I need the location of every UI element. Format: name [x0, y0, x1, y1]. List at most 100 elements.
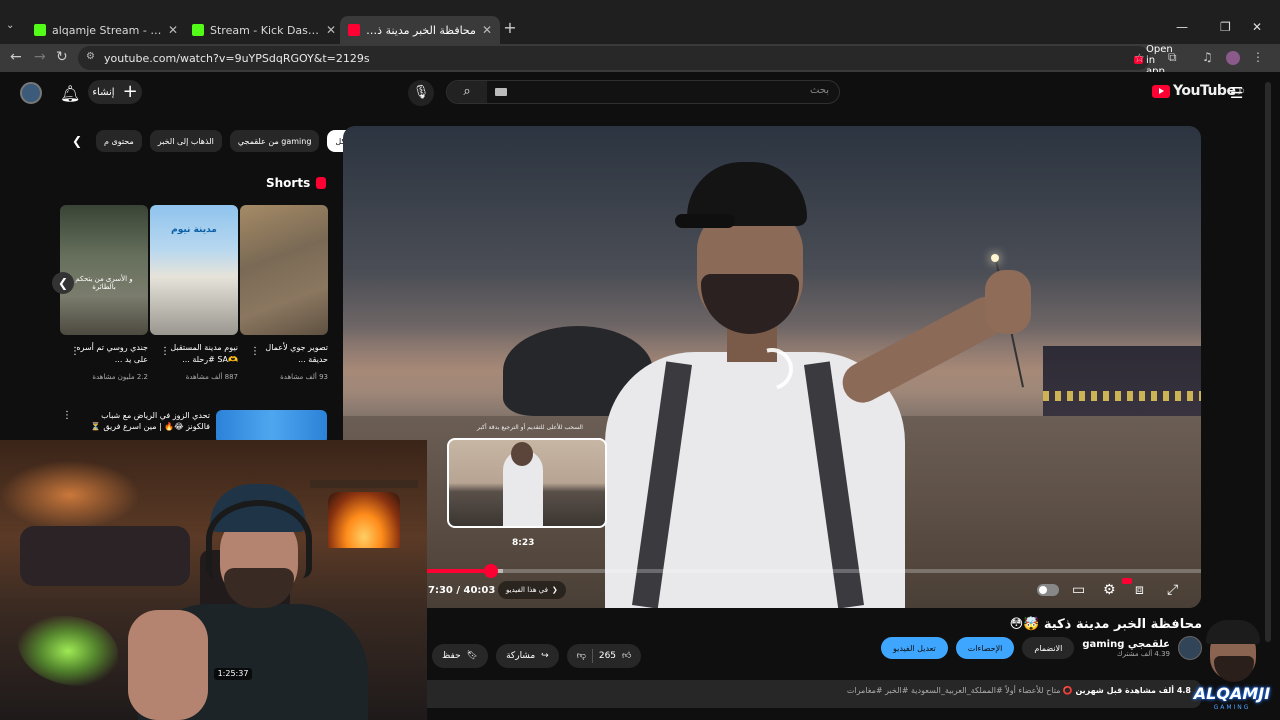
miniplayer-icon[interactable]: ⧈: [1135, 582, 1144, 598]
close-tab-icon[interactable]: ✕: [168, 23, 178, 37]
description-stats: 4.8 ألف مشاهدة قبل شهرين: [1075, 686, 1191, 695]
progress-played: [427, 569, 491, 573]
back-arrow-icon[interactable]: ←: [10, 49, 22, 65]
chip-item[interactable]: من علقمجي gaming: [229, 130, 320, 152]
settings-gear-icon[interactable]: ⚙: [1103, 582, 1116, 598]
chip-item[interactable]: محتوى م: [96, 130, 142, 152]
recommendation-thumbnail[interactable]: [216, 410, 327, 444]
media-control-icon[interactable]: ♫: [1202, 50, 1213, 64]
short-views: 887 ألف مشاهدة: [185, 373, 238, 381]
description-text: ⭕ متاح للأعضاء أولاً #المملكة_العربية_ال…: [846, 686, 1073, 695]
site-info-icon[interactable]: ⚙: [86, 51, 95, 62]
share-label: مشاركة: [506, 651, 536, 661]
fullscreen-icon[interactable]: ⤢: [1167, 582, 1178, 598]
tab-search-chevron-icon[interactable]: ⌄: [6, 20, 22, 36]
shorts-heading: Shorts: [266, 176, 327, 190]
extensions-puzzle-icon[interactable]: ⧉: [1168, 50, 1177, 65]
search-button[interactable]: ⌕: [447, 81, 487, 103]
search-input[interactable]: بحث: [810, 85, 829, 96]
related-chips: محتوى م الذهاب إلى الخبر من علقمجي gamin…: [96, 130, 359, 152]
edit-video-button[interactable]: تعديل الفيديو: [880, 637, 948, 659]
short-card[interactable]: و الأسرى من يتحكم بالطائرة: [60, 205, 148, 335]
more-vert-icon[interactable]: ⋮: [160, 346, 170, 357]
close-window-icon[interactable]: ✕: [1252, 20, 1262, 34]
save-label: حفظ: [442, 651, 461, 661]
shorts-heading-text: Shorts: [266, 176, 311, 190]
bookmark-star-icon[interactable]: ☆: [1134, 51, 1145, 65]
divider: [591, 649, 593, 663]
chapter-button[interactable]: في هذا الفيديو ❯: [498, 581, 566, 599]
short-card[interactable]: مدينة نيوم: [150, 205, 238, 335]
bookmark-icon: 🔖︎: [466, 651, 479, 661]
autoplay-toggle[interactable]: [1037, 584, 1059, 596]
voice-search-mic-icon[interactable]: 🎙︎: [408, 80, 434, 106]
create-button[interactable]: إنشاء +: [88, 80, 142, 104]
share-arrow-icon: ↪: [541, 651, 549, 661]
short-card[interactable]: [240, 205, 328, 335]
more-vert-icon[interactable]: ⋮: [250, 346, 260, 357]
subject-hand: [985, 270, 1031, 334]
shorts-logo-icon: [316, 177, 327, 189]
chevron-left-icon[interactable]: ❮: [72, 134, 82, 148]
short-title[interactable]: جندي روسي تم أسره على يد ...: [72, 342, 148, 366]
url-text: youtube.com/watch?v=9uYPSdqRGOY&t=2129s: [104, 51, 370, 65]
shorts-prev-arrow-icon[interactable]: ❮: [52, 272, 74, 294]
logo-beard: [1214, 656, 1254, 682]
more-vert-icon[interactable]: ⋮: [62, 410, 72, 421]
tab-title: Stream - Kick Dashboard: [210, 23, 320, 37]
scrubber-handle[interactable]: [483, 564, 498, 578]
close-tab-icon[interactable]: ✕: [326, 23, 336, 37]
video-title: محافظة الخبر مدينة ذكية 🤯😳: [1009, 617, 1202, 632]
browser-tab-2[interactable]: Stream - Kick Dashboard ✕: [184, 16, 344, 44]
streamer-arm: [128, 610, 208, 720]
chevron-right-icon: ❯: [551, 586, 558, 594]
short-title[interactable]: تصوير جوي لأعمال حديقة ...: [252, 342, 328, 366]
subtitles-icon[interactable]: ▭: [1072, 582, 1085, 598]
current-time: 7:30: [428, 585, 453, 596]
hd-badge: [1122, 578, 1132, 584]
kick-favicon-icon: [34, 24, 46, 36]
description-box[interactable]: 4.8 ألف مشاهدة قبل شهرين ⭕ متاح للأعضاء …: [343, 680, 1201, 708]
account-avatar[interactable]: [20, 82, 42, 104]
maximize-icon[interactable]: ❐: [1220, 20, 1231, 34]
page-scrollbar[interactable]: [1265, 82, 1271, 642]
close-tab-icon[interactable]: ✕: [482, 23, 492, 37]
forward-arrow-icon[interactable]: →: [34, 49, 46, 65]
scene-building: [1043, 346, 1201, 426]
search-bar[interactable]: ⌕ بحث: [446, 80, 840, 104]
browser-tab-3-active[interactable]: محافظة الخبر مدينة ذكية 🤯 ✕: [340, 16, 500, 44]
dislike-icon[interactable]: 👎︎: [577, 651, 586, 661]
chip-item[interactable]: الذهاب إلى الخبر: [149, 130, 222, 152]
like-icon[interactable]: 👍︎: [622, 651, 631, 661]
browser-tab-1[interactable]: alqamje Stream - Watch Live on ✕: [26, 16, 186, 44]
profile-avatar-icon[interactable]: [1226, 51, 1240, 65]
recommendation-title[interactable]: تحدي الزوز في الرياض مع شباب فالكونز 😂🔥 …: [80, 410, 210, 432]
headphones-icon: [206, 500, 312, 578]
minimize-icon[interactable]: —: [1176, 20, 1188, 34]
save-button[interactable]: حفظ 🔖︎: [432, 644, 489, 668]
create-label: إنشاء: [92, 86, 115, 98]
progress-bar[interactable]: [427, 564, 1201, 578]
more-vert-icon[interactable]: ⋮: [70, 346, 80, 357]
plus-icon: +: [122, 81, 138, 102]
join-button[interactable]: الانضمام: [1022, 637, 1075, 659]
address-bar[interactable]: ⚙ youtube.com/watch?v=9uYPSdqRGOY&t=2129…: [78, 44, 1173, 77]
reload-icon[interactable]: ↻: [56, 49, 68, 65]
guide-menu-icon[interactable]: ☰: [1230, 84, 1243, 102]
stream-clock-badge: 1:25:37: [214, 668, 252, 680]
keyboard-icon[interactable]: [495, 88, 507, 96]
short-title[interactable]: نيوم مدينة المستقبل 🫶SA #رحلة ...: [162, 342, 238, 366]
analytics-button[interactable]: الإحصاءات: [955, 637, 1015, 659]
new-tab-plus-icon[interactable]: +: [500, 18, 520, 38]
notifications-bell-icon[interactable]: 🔔︎: [60, 84, 80, 103]
channel-info: علقمجي gaming 4.39 ألف مشترك: [1082, 639, 1170, 658]
neon-glow-decoration: [18, 616, 118, 686]
share-button[interactable]: مشاركة ↪: [496, 644, 559, 668]
short-thumbnail: [60, 205, 148, 335]
video-player[interactable]: ▭ ⚙ ⧈ ⤢: [343, 126, 1201, 608]
streamer-figure: [128, 480, 378, 720]
browser-menu-icon[interactable]: ⋮: [1252, 50, 1264, 64]
action-bar: حفظ 🔖︎ مشاركة ↪ 👎︎ 265 👍︎: [432, 644, 642, 668]
channel-name[interactable]: علقمجي gaming: [1082, 639, 1170, 650]
short-caption: و الأسرى من يتحكم بالطائرة: [75, 275, 133, 291]
